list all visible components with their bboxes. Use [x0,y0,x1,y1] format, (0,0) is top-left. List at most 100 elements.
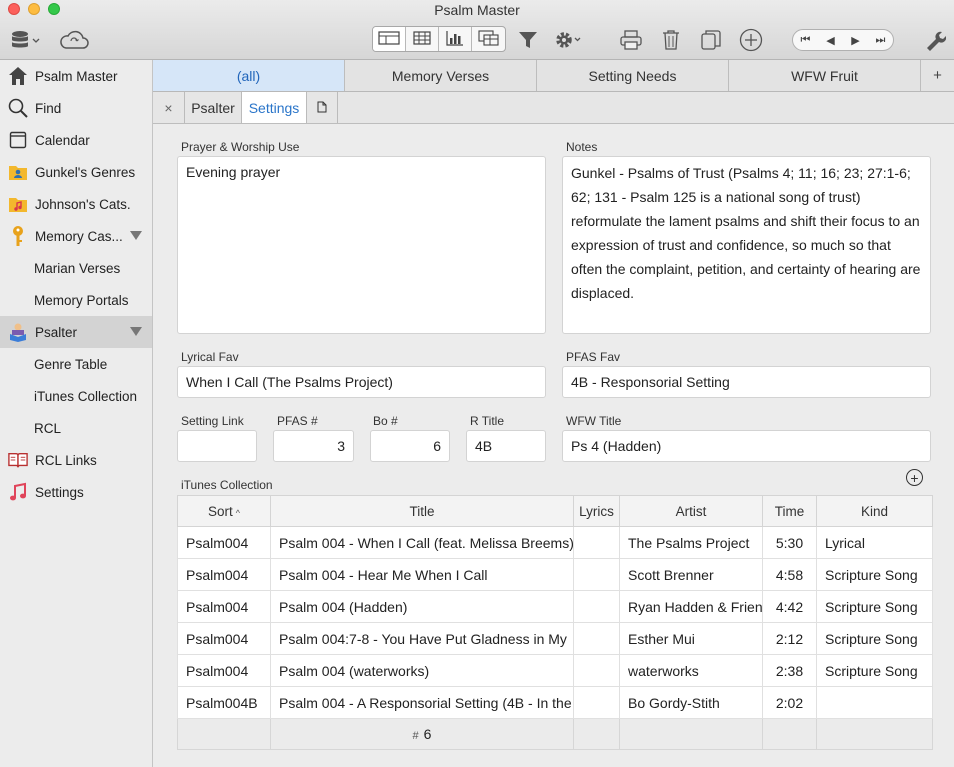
sidebar-item-settings[interactable]: Settings [0,476,152,508]
cell-artist[interactable]: Scott Brenner [619,558,763,591]
cell-sort[interactable]: Psalm004 [177,654,271,687]
setting-link-field[interactable] [177,430,257,462]
tab-setting-needs[interactable]: Setting Needs [537,60,729,91]
cell-kind[interactable]: Scripture Song [816,558,933,591]
sidebar-item-gunkels-genres[interactable]: Gunkel's Genres [0,156,152,188]
table-row[interactable]: Psalm004 Psalm 004 (Hadden) Ryan Hadden … [177,590,933,623]
form-view-button[interactable] [373,27,406,51]
notes-field[interactable]: Gunkel - Psalms of Trust (Psalms 4; 11; … [562,156,931,334]
column-header-artist[interactable]: Artist [619,495,763,527]
cloud-sync-button[interactable] [56,27,92,53]
cell-kind[interactable] [816,686,933,719]
tab-wfw-fruit[interactable]: WFW Fruit [729,60,921,91]
wfw-title-field[interactable]: Ps 4 (Hadden) [562,430,931,462]
cell-lyrics[interactable] [573,526,620,559]
cell-time[interactable]: 5:30 [762,526,817,559]
chart-view-button[interactable] [439,27,472,51]
close-tab-button[interactable]: × [153,92,185,123]
cell-artist[interactable]: The Psalms Project [619,526,763,559]
cell-time[interactable]: 4:42 [762,590,817,623]
column-header-kind[interactable]: Kind [816,495,933,527]
sidebar-item-memory-portals[interactable]: Memory Portals [0,284,152,316]
bo-number-field[interactable]: 6 [370,430,450,462]
cell-lyrics[interactable] [573,590,620,623]
tab-all[interactable]: (all) [153,60,345,91]
expand-triangle-icon[interactable] [130,327,142,336]
tab-settings[interactable]: Settings [242,92,307,123]
duplicate-button[interactable] [698,27,724,53]
pfas-fav-field[interactable]: 4B - Responsorial Setting [562,366,931,398]
sidebar-item-itunes-collection[interactable]: iTunes Collection [0,380,152,412]
previous-record-button[interactable]: ◀ [818,30,843,50]
cell-sort[interactable]: Psalm004 [177,526,271,559]
design-tools-button[interactable] [922,27,948,53]
print-button[interactable] [617,27,645,53]
cell-artist[interactable]: Esther Mui [619,622,763,655]
prayer-worship-field[interactable]: Evening prayer [177,156,546,334]
column-header-sort[interactable]: Sort ^ [177,495,271,527]
column-header-title[interactable]: Title [270,495,574,527]
cell-sort[interactable]: Psalm004B [177,686,271,719]
pfas-number-field[interactable]: 3 [273,430,354,462]
sidebar-item-marian-verses[interactable]: Marian Verses [0,252,152,284]
cell-title[interactable]: Psalm 004 (waterworks) [270,654,574,687]
sidebar-item-calendar[interactable]: Calendar [0,124,152,156]
lyrical-fav-field[interactable]: When I Call (The Psalms Project) [177,366,546,398]
column-header-time[interactable]: Time [762,495,817,527]
r-title-field[interactable]: 4B [466,430,546,462]
cell-title[interactable]: Psalm 004:7-8 - You Have Put Gladness in… [270,622,574,655]
first-record-button[interactable]: ⏮ [793,30,818,50]
cell-artist[interactable]: Ryan Hadden & Friends [619,590,763,623]
cell-artist[interactable]: waterworks [619,654,763,687]
cell-time[interactable]: 2:02 [762,686,817,719]
table-row[interactable]: Psalm004B Psalm 004 - A Responsorial Set… [177,686,933,719]
expand-triangle-icon[interactable] [130,231,142,240]
sidebar-item-find[interactable]: Find [0,92,152,124]
cell-title[interactable]: Psalm 004 - Hear Me When I Call [270,558,574,591]
database-menu-button[interactable] [8,28,42,52]
cell-lyrics[interactable] [573,558,620,591]
table-row[interactable]: Psalm004 Psalm 004:7-8 - You Have Put Gl… [177,622,933,655]
delete-button[interactable] [659,27,683,53]
last-record-button[interactable]: ⏭ [868,30,893,50]
new-record-button[interactable] [737,27,765,53]
cell-time[interactable]: 2:12 [762,622,817,655]
tab-psalter[interactable]: Psalter [185,92,242,123]
sidebar-item-johnsons-cats[interactable]: Johnson's Cats. [0,188,152,220]
add-row-button[interactable]: + [906,469,923,486]
sidebar-item-genre-table[interactable]: Genre Table [0,348,152,380]
sidebar-item-memory-cas[interactable]: Memory Cas... [0,220,152,252]
cell-kind[interactable]: Scripture Song [816,622,933,655]
sidebar-item-rcl[interactable]: RCL [0,412,152,444]
add-tab-button[interactable]: + [921,60,954,91]
cell-sort[interactable]: Psalm004 [177,558,271,591]
settings-menu-button[interactable] [552,27,584,53]
table-row[interactable]: Psalm004 Psalm 004 - When I Call (feat. … [177,526,933,559]
cell-time[interactable]: 2:38 [762,654,817,687]
cell-artist[interactable]: Bo Gordy-Stith [619,686,763,719]
cell-sort[interactable]: Psalm004 [177,590,271,623]
cell-lyrics[interactable] [573,654,620,687]
column-header-lyrics[interactable]: Lyrics [573,495,620,527]
cell-kind[interactable]: Lyrical [816,526,933,559]
new-form-button[interactable] [307,92,338,123]
sidebar-item-rcl-links[interactable]: RCL Links [0,444,152,476]
table-row[interactable]: Psalm004 Psalm 004 - Hear Me When I Call… [177,558,933,591]
cell-title[interactable]: Psalm 004 - When I Call (feat. Melissa B… [270,526,574,559]
cell-title[interactable]: Psalm 004 - A Responsorial Setting (4B -… [270,686,574,719]
next-record-button[interactable]: ▶ [843,30,868,50]
multi-view-button[interactable] [472,27,505,51]
tab-memory-verses[interactable]: Memory Verses [345,60,537,91]
cell-lyrics[interactable] [573,686,620,719]
table-row[interactable]: Psalm004 Psalm 004 (waterworks) waterwor… [177,654,933,687]
filter-button[interactable] [515,27,541,53]
cell-title[interactable]: Psalm 004 (Hadden) [270,590,574,623]
cell-lyrics[interactable] [573,622,620,655]
cell-sort[interactable]: Psalm004 [177,622,271,655]
cell-time[interactable]: 4:58 [762,558,817,591]
cell-kind[interactable]: Scripture Song [816,590,933,623]
cell-kind[interactable]: Scripture Song [816,654,933,687]
sidebar-item-psalter[interactable]: Psalter [0,316,152,348]
table-view-button[interactable] [406,27,439,51]
sidebar-item-psalm-master[interactable]: Psalm Master [0,60,152,92]
